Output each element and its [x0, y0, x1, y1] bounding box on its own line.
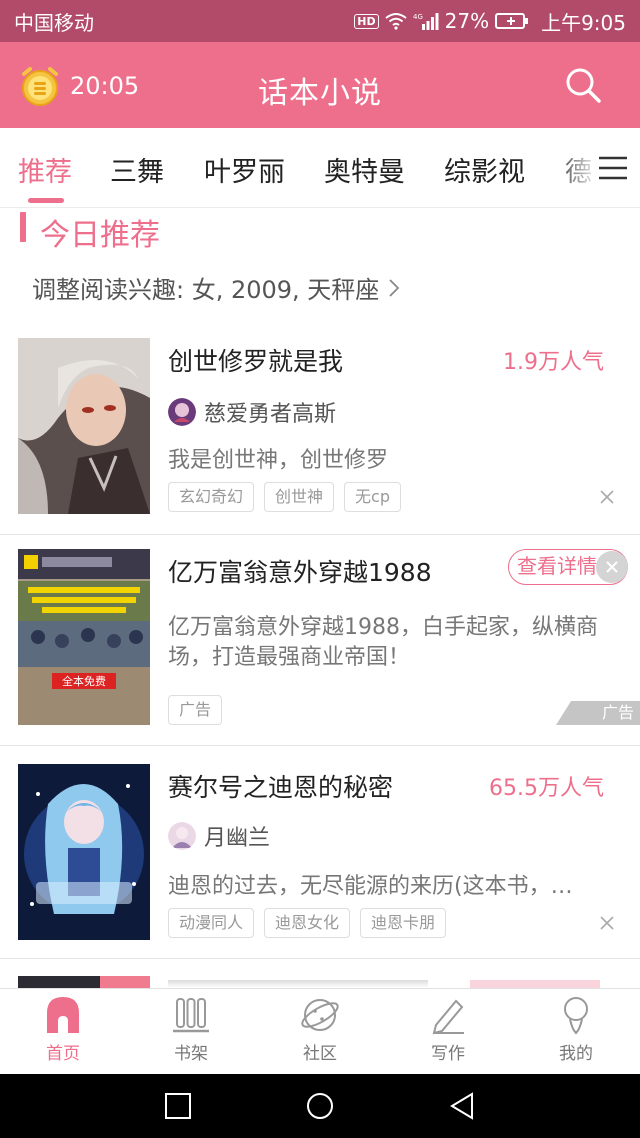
recents-icon[interactable]	[164, 1092, 192, 1120]
ad-cover[interactable]: 全本免费	[18, 549, 150, 725]
ad-item[interactable]: 全本免费 亿万富翁意外穿越1988 查看详情 亿万富翁意外穿越1988，白手起家…	[0, 535, 640, 745]
clock: 上午9:05	[541, 10, 626, 35]
planet-icon	[301, 999, 339, 1031]
author-name: 月幽兰	[204, 826, 271, 851]
home-icon	[47, 997, 79, 1033]
nav-label: 我的	[559, 1044, 593, 1064]
section-marker	[20, 212, 26, 242]
status-indicators: HD 4G 27% 上午9:05	[354, 7, 626, 36]
tag-list: 玄幻奇幻 创世神 无cp	[168, 482, 401, 512]
popularity-count: 1.9万人气	[503, 350, 604, 375]
book-title[interactable]: 创世修罗就是我	[168, 342, 343, 378]
tag-list: 广告	[168, 695, 223, 725]
bookshelf-icon	[173, 998, 209, 1033]
network-type: 4G	[413, 13, 423, 21]
book-item-partial[interactable]	[18, 976, 150, 988]
ad-close-button[interactable]	[596, 551, 628, 583]
cover-illustration-1	[18, 338, 150, 514]
ad-tag: 广告	[168, 695, 223, 725]
category-tabs: 推荐 三舞 叶罗丽 奥特曼 综影视 德	[0, 128, 640, 208]
avatar	[168, 398, 196, 426]
nav-profile[interactable]: 我的	[531, 995, 621, 1064]
book-cover[interactable]	[18, 764, 150, 940]
tag[interactable]: 动漫同人	[168, 908, 255, 938]
interest-text: 调整阅读兴趣: 女, 2009, 天秤座	[32, 276, 380, 304]
tab-zongyingshi[interactable]: 综影视	[444, 150, 525, 189]
nav-label: 首页	[46, 1044, 80, 1064]
book-description: 我是创世神，创世修罗	[168, 448, 389, 473]
nav-label: 书架	[174, 1044, 208, 1064]
carrier-label: 中国移动	[14, 10, 94, 35]
book-description: 迪恩的过去，无尽能源的来历(这本书，…	[168, 874, 573, 899]
tag[interactable]: 迪恩女化	[264, 908, 351, 938]
tab-sanwu[interactable]: 三舞	[110, 150, 164, 189]
app-header: 20:05 话本小说	[0, 42, 640, 128]
ad-description: 亿万富翁意外穿越1988，白手起家，纵横商场，打造最强商业帝国！	[168, 615, 598, 670]
ad-label: 广告	[556, 701, 640, 725]
popularity-count: 65.5万人气	[489, 776, 604, 801]
partial-title-clip	[168, 980, 428, 988]
tag-list: 动漫同人 迪恩女化 迪恩卡朋	[168, 908, 447, 938]
nav-label: 写作	[431, 1044, 465, 1064]
section-title: 今日推荐	[40, 218, 160, 253]
menu-icon[interactable]	[598, 156, 628, 180]
nav-write[interactable]: 写作	[403, 995, 493, 1064]
book-item[interactable]: 创世修罗就是我 1.9万人气 慈爱勇者高斯 我是创世神，创世修罗 玄幻奇幻 创世…	[0, 320, 640, 534]
book-item[interactable]: 赛尔号之迪恩的秘密 65.5万人气 月幽兰 迪恩的过去，无尽能源的来历(这本书，…	[0, 746, 640, 958]
dismiss-icon[interactable]	[600, 490, 614, 504]
app-title: 话本小说	[258, 76, 382, 111]
chevron-right-icon	[389, 278, 400, 297]
book-title[interactable]: 赛尔号之迪恩的秘密	[168, 768, 393, 804]
author-row[interactable]: 慈爱勇者高斯	[168, 396, 336, 428]
pen-icon	[432, 999, 464, 1035]
bottom-navigation: 首页 书架 社区 写作 我的	[0, 988, 640, 1074]
author-name: 慈爱勇者高斯	[204, 402, 337, 427]
cover-badge: 全本免费	[62, 674, 106, 688]
cover-illustration-3	[18, 764, 150, 940]
adjust-interest-link[interactable]: 调整阅读兴趣: 女, 2009, 天秤座	[32, 270, 401, 305]
tag[interactable]: 创世神	[264, 482, 335, 512]
tag[interactable]: 玄幻奇幻	[168, 482, 255, 512]
tab-recommend[interactable]: 推荐	[18, 150, 72, 189]
active-tab-indicator	[28, 198, 64, 203]
partial-popularity-clip	[470, 980, 600, 988]
battery-icon	[495, 13, 529, 29]
avatar	[168, 822, 196, 850]
tag[interactable]: 迪恩卡朋	[360, 908, 447, 938]
nav-community[interactable]: 社区	[275, 995, 365, 1064]
tab-yeluoli[interactable]: 叶罗丽	[204, 150, 285, 189]
signal-icon: 4G	[413, 13, 439, 30]
nav-bookshelf[interactable]: 书架	[146, 995, 236, 1064]
system-navigation-bar	[0, 1074, 640, 1138]
profile-icon	[564, 997, 588, 1035]
home-circle-icon[interactable]	[306, 1092, 334, 1120]
wifi-icon	[385, 13, 407, 30]
divider	[0, 958, 640, 959]
battery-percent: 27%	[444, 9, 490, 33]
ad-title[interactable]: 亿万富翁意外穿越1988	[168, 553, 432, 589]
tab-ultraman[interactable]: 奥特曼	[324, 150, 405, 189]
ad-cover-illustration: 全本免费	[18, 549, 150, 725]
search-icon[interactable]	[564, 66, 602, 104]
partial-cover-corner	[100, 976, 150, 988]
dismiss-icon[interactable]	[600, 916, 614, 930]
book-cover[interactable]	[18, 338, 150, 514]
close-icon	[606, 561, 618, 573]
tag[interactable]: 无cp	[344, 482, 401, 512]
status-bar: 中国移动 HD 4G 27% 上午9:05	[0, 0, 640, 42]
nav-label: 社区	[303, 1044, 337, 1064]
author-row[interactable]: 月幽兰	[168, 820, 270, 852]
hd-badge: HD	[354, 13, 379, 29]
back-icon[interactable]	[448, 1092, 476, 1120]
nav-home[interactable]: 首页	[18, 995, 108, 1064]
